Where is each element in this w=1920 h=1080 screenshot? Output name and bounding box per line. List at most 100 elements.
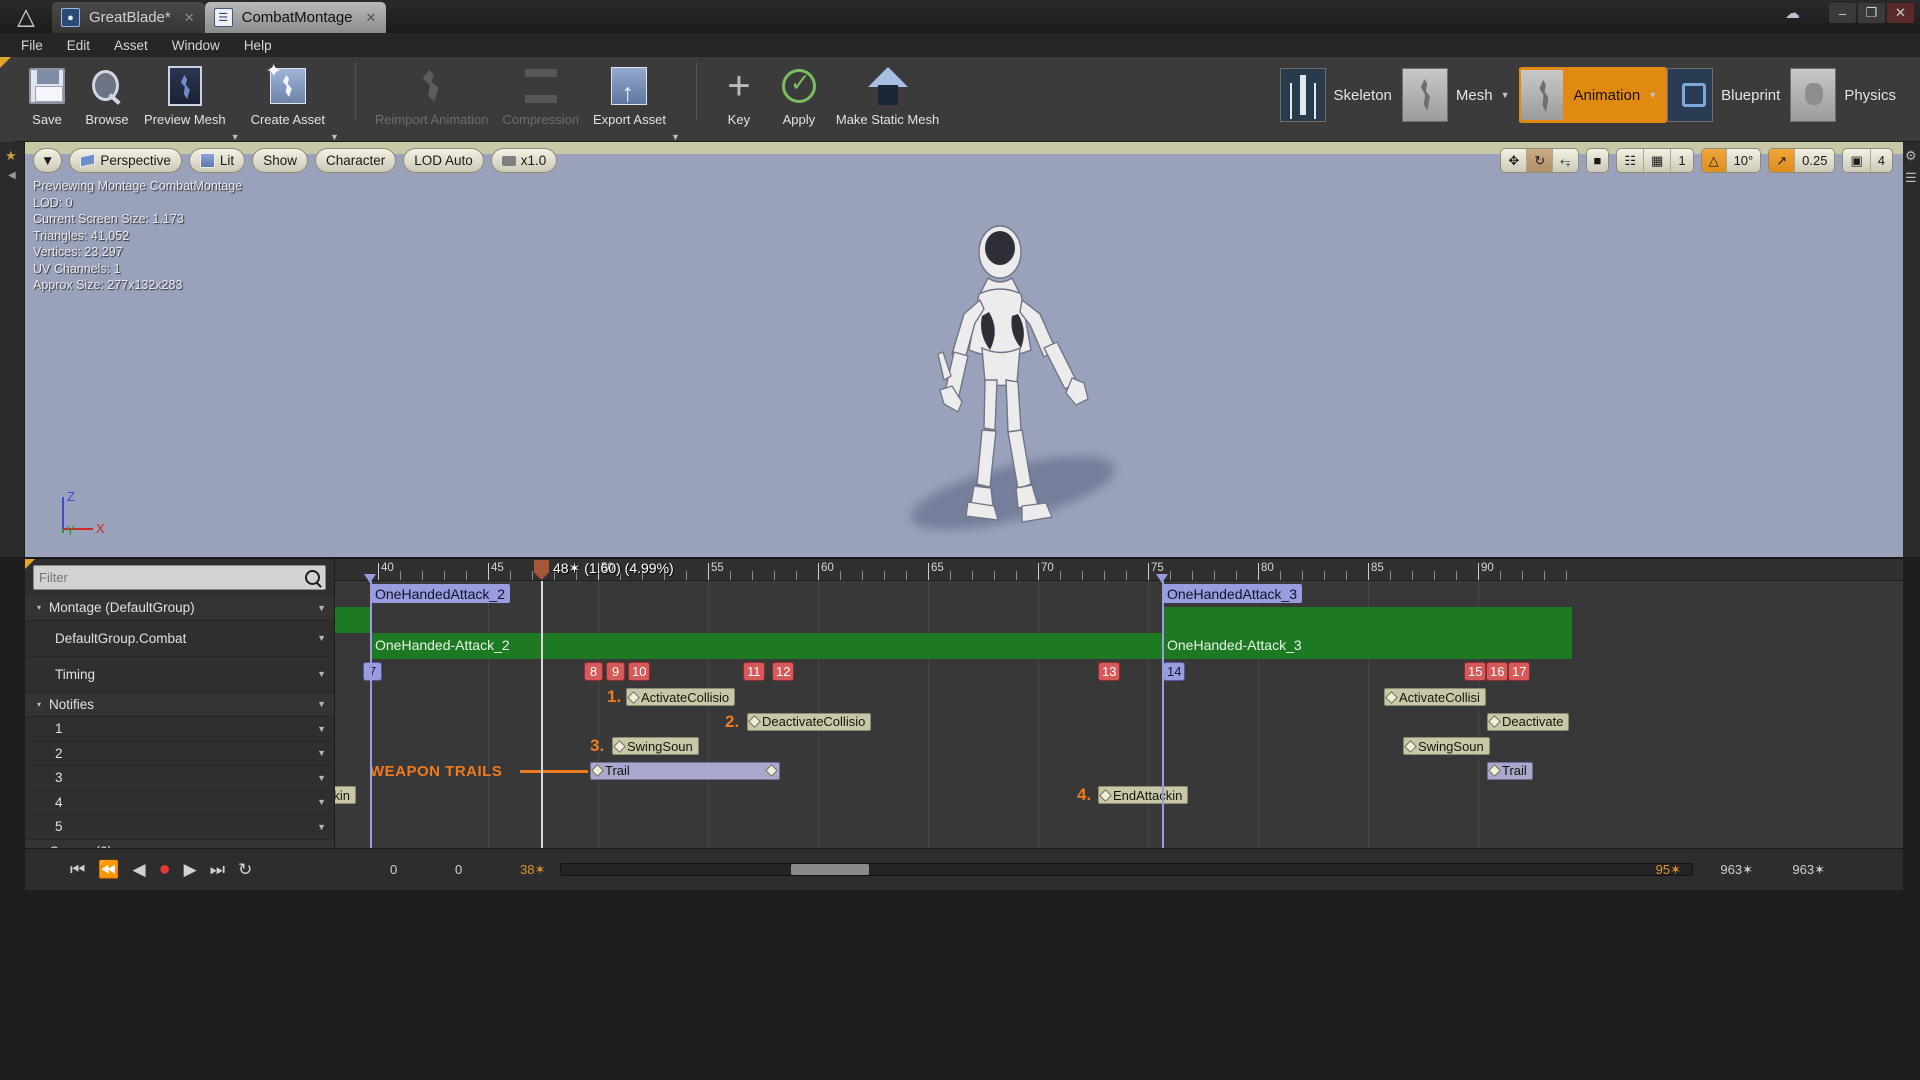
track-notify-4[interactable]: 4 ▼ bbox=[25, 790, 334, 815]
viewport-lit-button[interactable]: Lit bbox=[188, 148, 246, 173]
chevron-down-icon[interactable]: ▼ bbox=[317, 603, 326, 613]
timing-marker[interactable]: 8 bbox=[584, 662, 603, 681]
collapse-icon[interactable]: ◀ bbox=[8, 170, 24, 181]
scale-snap-value[interactable]: 0.25 bbox=[1795, 149, 1834, 172]
scale-snap-icon[interactable]: ↗ bbox=[1769, 149, 1796, 172]
menu-file[interactable]: File bbox=[10, 35, 54, 56]
timing-marker[interactable]: 17 bbox=[1508, 662, 1531, 681]
tab-combatmontage[interactable]: ☰ CombatMontage ✕ bbox=[204, 2, 387, 33]
close-window-button[interactable]: ✕ bbox=[1887, 3, 1914, 23]
reimport-animation-button[interactable]: Reimport Animation bbox=[368, 57, 495, 127]
notify-item[interactable]: EndAttackin bbox=[1098, 786, 1189, 804]
tab-greatblade[interactable]: ● GreatBlade* ✕ bbox=[52, 2, 205, 33]
world-coord-icon[interactable]: ■ bbox=[1587, 149, 1609, 172]
chevron-down-icon[interactable]: ▼ bbox=[317, 724, 326, 734]
step-back-icon[interactable]: ⏪ bbox=[98, 860, 119, 880]
track-notifies[interactable]: ▾ Notifies ▼ bbox=[25, 692, 334, 717]
chevron-down-icon[interactable]: ▼ bbox=[317, 748, 326, 758]
timing-marker[interactable]: 11 bbox=[743, 662, 765, 681]
preview-mannequin[interactable] bbox=[872, 190, 1132, 550]
viewport-lod-button[interactable]: LOD Auto bbox=[403, 148, 484, 173]
make-static-mesh-button[interactable]: Make Static Mesh bbox=[829, 57, 946, 127]
camera-speed-value[interactable]: 4 bbox=[1871, 149, 1892, 172]
notify-item[interactable]: ActivateCollisi bbox=[1384, 688, 1486, 706]
timing-marker[interactable]: 14 bbox=[1163, 662, 1186, 681]
chevron-down-icon[interactable]: ▼ bbox=[317, 822, 326, 832]
section-chip[interactable]: OneHandedAttack_3 bbox=[1162, 584, 1302, 603]
timing-marker[interactable]: 9 bbox=[606, 662, 625, 681]
grid-size-value[interactable]: 1 bbox=[1671, 149, 1692, 172]
menu-window[interactable]: Window bbox=[161, 35, 231, 56]
move-icon[interactable]: ✥ bbox=[1501, 149, 1528, 172]
play-reverse-icon[interactable]: ◀ bbox=[132, 860, 145, 880]
grid-snap-icon[interactable]: ☷ bbox=[1617, 149, 1645, 172]
timing-marker[interactable]: 7 bbox=[363, 662, 382, 681]
camera-speed-icon[interactable]: ▣ bbox=[1843, 149, 1871, 172]
key-button[interactable]: + Key bbox=[709, 57, 769, 127]
chevron-down-icon[interactable]: ▼ bbox=[317, 699, 326, 709]
chevron-down-icon[interactable]: ▼ bbox=[1648, 90, 1657, 100]
viewport-playback-speed-button[interactable]: x1.0 bbox=[490, 148, 558, 173]
notify-item[interactable]: tackin bbox=[335, 786, 356, 804]
preview-viewport[interactable]: ▼ Perspective Lit Show Character LOD Aut… bbox=[25, 142, 1903, 557]
timing-marker[interactable]: 16 bbox=[1486, 662, 1509, 681]
pin-icon[interactable]: ★ bbox=[5, 148, 24, 164]
cloud-icon[interactable]: ☁ bbox=[1785, 4, 1800, 22]
mode-blueprint[interactable]: Blueprint bbox=[1667, 67, 1790, 123]
timing-marker[interactable]: 15 bbox=[1464, 662, 1487, 681]
export-asset-button[interactable]: Export Asset bbox=[586, 57, 673, 127]
timing-marker[interactable]: 13 bbox=[1098, 662, 1121, 681]
export-asset-dropdown[interactable]: ▼ bbox=[671, 132, 684, 142]
filter-row[interactable] bbox=[33, 565, 326, 590]
notify-item[interactable]: SwingSoun bbox=[1403, 737, 1490, 755]
track-notify-1[interactable]: 1 ▼ bbox=[25, 717, 334, 742]
create-asset-dropdown[interactable]: ▼ bbox=[330, 132, 343, 142]
record-icon[interactable]: ● bbox=[159, 858, 171, 881]
notify-item[interactable]: SwingSoun bbox=[612, 737, 699, 755]
chevron-down-icon[interactable]: ▼ bbox=[317, 797, 326, 807]
preview-mesh-button[interactable]: Preview Mesh bbox=[137, 57, 233, 127]
notify-item[interactable]: Deactivate bbox=[1487, 712, 1570, 731]
step-forward-icon[interactable]: ⏭ bbox=[210, 860, 225, 880]
close-icon[interactable]: ✕ bbox=[184, 10, 195, 26]
scale-icon[interactable]: ⥆ bbox=[1553, 149, 1577, 172]
viewport-character-button[interactable]: Character bbox=[314, 148, 397, 173]
menu-asset[interactable]: Asset bbox=[103, 35, 159, 56]
notify-item[interactable]: Trail bbox=[1487, 761, 1533, 780]
notify-item[interactable]: Trail bbox=[590, 761, 780, 780]
viewport-perspective-button[interactable]: Perspective bbox=[69, 148, 182, 173]
browse-button[interactable]: Browse bbox=[77, 57, 137, 127]
track-defaultgroup-combat[interactable]: DefaultGroup.Combat ▼ bbox=[25, 620, 334, 657]
minimize-button[interactable]: – bbox=[1829, 3, 1856, 23]
expander-icon[interactable]: ▾ bbox=[37, 700, 41, 709]
timing-marker[interactable]: 10 bbox=[628, 662, 651, 681]
rotate-icon[interactable]: ↻ bbox=[1527, 149, 1554, 172]
track-montage-group[interactable]: ▾ Montage (DefaultGroup) ▼ bbox=[25, 596, 334, 621]
grid-size-icon[interactable]: ▦ bbox=[1644, 149, 1672, 172]
loop-icon[interactable]: ↻ bbox=[238, 860, 252, 880]
save-button[interactable]: Save bbox=[17, 57, 77, 127]
notify-item[interactable]: DeactivateCollisio bbox=[747, 712, 872, 731]
chevron-down-icon[interactable]: ▼ bbox=[317, 669, 326, 679]
search-input[interactable] bbox=[39, 570, 305, 585]
track-notify-5[interactable]: 5 ▼ bbox=[25, 815, 334, 840]
apply-button[interactable]: Apply bbox=[769, 57, 829, 127]
preview-mesh-dropdown[interactable]: ▼ bbox=[231, 132, 244, 142]
scrub-track[interactable] bbox=[560, 863, 1693, 876]
expander-icon[interactable]: ▾ bbox=[37, 603, 41, 612]
timing-marker[interactable]: 12 bbox=[772, 662, 795, 681]
viewport-show-button[interactable]: Show bbox=[252, 148, 308, 173]
play-icon[interactable]: ▶ bbox=[184, 860, 197, 880]
timeline-tracks-area[interactable]: 48✶ 40 45 50 55 60 65 70 75 80 85 90 bbox=[335, 559, 1903, 848]
angle-snap-value[interactable]: 10° bbox=[1727, 149, 1761, 172]
menu-help[interactable]: Help bbox=[233, 35, 283, 56]
section-chip[interactable]: OneHandedAttack_2 bbox=[370, 584, 510, 603]
viewport-options-button[interactable]: ▼ bbox=[33, 148, 63, 173]
angle-snap-icon[interactable]: △ bbox=[1701, 149, 1727, 172]
chevron-down-icon[interactable]: ▼ bbox=[1501, 90, 1510, 100]
compression-button[interactable]: Compression bbox=[495, 57, 586, 127]
maximize-button[interactable]: ❐ bbox=[1858, 3, 1885, 23]
create-asset-button[interactable]: Create Asset bbox=[244, 57, 332, 127]
mode-mesh[interactable]: Mesh ▼ bbox=[1401, 67, 1520, 123]
skip-back-icon[interactable]: ⏮ bbox=[70, 860, 85, 880]
